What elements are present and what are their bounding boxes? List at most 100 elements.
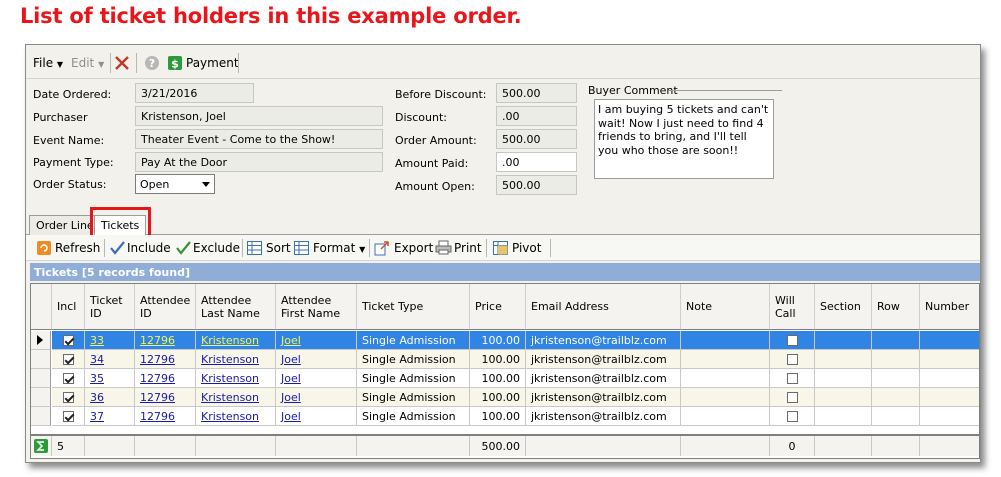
header-attendee-first-name[interactable]: Attendee First Name <box>276 284 357 330</box>
include-checkbox[interactable] <box>62 354 74 365</box>
payment-button[interactable]: Payment <box>186 56 239 70</box>
header-attendee-id[interactable]: Attendee ID <box>135 284 196 330</box>
cell-attendee-id[interactable]: 12796 <box>135 388 196 407</box>
cell-last[interactable]: Kristenson <box>196 407 276 426</box>
cell-ticket-id[interactable]: 37 <box>85 407 135 426</box>
row-selector[interactable] <box>31 350 51 369</box>
tickets-grid: Incl Ticket ID Attendee ID Attendee Last… <box>30 283 980 459</box>
row-selector[interactable] <box>31 407 51 426</box>
purchaser-field[interactable]: Kristenson, Joel <box>135 106 383 126</box>
cell-first[interactable]: Joel <box>276 369 357 388</box>
format-button[interactable]: Format ▼ <box>313 241 365 255</box>
grid-toolbar: Refresh Include Exclude Sort Format ▼ Ex… <box>26 235 980 261</box>
date-ordered-field[interactable]: 3/21/2016 <box>135 83 254 103</box>
cell-incl[interactable] <box>52 331 85 350</box>
header-row[interactable]: Row <box>872 284 920 330</box>
before-discount-field[interactable]: 500.00 <box>496 83 577 103</box>
table-row[interactable]: 35 12796 Kristenson Joel Single Admission 100… <box>31 369 979 388</box>
cell-last[interactable]: Kristenson <box>196 350 276 369</box>
file-menu[interactable]: File ▼ <box>33 56 63 70</box>
header-will-call[interactable]: Will Call <box>770 284 815 330</box>
header-number[interactable]: Number <box>920 284 979 330</box>
header-ticket-type[interactable]: Ticket Type <box>357 284 470 330</box>
cell-first[interactable]: Joel <box>276 407 357 426</box>
order-amount-field[interactable]: 500.00 <box>496 129 577 149</box>
footer-empty-cell <box>196 436 276 456</box>
payment-type-field[interactable]: Pay At the Door <box>135 152 383 172</box>
cell-price: 100.00 <box>470 331 526 350</box>
will-call-checkbox[interactable] <box>786 354 798 365</box>
table-row[interactable]: 33 12796 Kristenson Joel Single Admission 100… <box>31 331 979 350</box>
cell-ticket-id[interactable]: 33 <box>85 331 135 350</box>
footer-empty-cell <box>85 436 135 456</box>
discount-field[interactable]: .00 <box>496 106 577 126</box>
cell-attendee-id[interactable]: 12796 <box>135 369 196 388</box>
cell-attendee-id[interactable]: 12796 <box>135 350 196 369</box>
toolbar-divider <box>242 239 243 257</box>
cell-incl[interactable] <box>52 388 85 407</box>
header-note[interactable]: Note <box>681 284 770 330</box>
header-incl[interactable]: Incl <box>52 284 85 330</box>
will-call-checkbox[interactable] <box>786 411 798 422</box>
include-checkbox[interactable] <box>62 373 74 384</box>
cell-first[interactable]: Joel <box>276 331 357 350</box>
cell-first[interactable]: Joel <box>276 388 357 407</box>
cell-will-call[interactable] <box>770 369 815 388</box>
header-section[interactable]: Section <box>815 284 872 330</box>
include-checkbox[interactable] <box>62 335 74 346</box>
print-icon <box>435 240 452 255</box>
cell-ticket-id[interactable]: 34 <box>85 350 135 369</box>
header-price[interactable]: Price <box>470 284 526 330</box>
cell-attendee-id[interactable]: 12796 <box>135 331 196 350</box>
include-button[interactable]: Include <box>127 241 171 255</box>
sort-button[interactable]: Sort <box>266 241 291 255</box>
cell-incl[interactable] <box>52 407 85 426</box>
cell-will-call[interactable] <box>770 331 815 350</box>
cell-last[interactable]: Kristenson <box>196 369 276 388</box>
cell-will-call[interactable] <box>770 388 815 407</box>
cell-price: 100.00 <box>470 407 526 426</box>
cell-incl[interactable] <box>52 369 85 388</box>
cell-attendee-id[interactable]: 12796 <box>135 407 196 426</box>
exclude-button[interactable]: Exclude <box>193 241 240 255</box>
cell-ticket-id[interactable]: 36 <box>85 388 135 407</box>
export-button[interactable]: Export <box>394 241 433 255</box>
print-button[interactable]: Print <box>454 241 482 255</box>
footer-empty-cell <box>920 436 979 456</box>
will-call-checkbox[interactable] <box>786 335 798 346</box>
header-email[interactable]: Email Address <box>526 284 681 330</box>
close-x-icon[interactable] <box>114 55 130 71</box>
header-attendee-last-name[interactable]: Attendee Last Name <box>196 284 276 330</box>
header-ticket-id[interactable]: Ticket ID <box>85 284 135 330</box>
cell-last[interactable]: Kristenson <box>196 388 276 407</box>
help-icon[interactable]: ? <box>144 55 160 71</box>
cell-first[interactable]: Joel <box>276 350 357 369</box>
refresh-button[interactable]: Refresh <box>55 241 100 255</box>
amount-open-field[interactable]: 500.00 <box>496 175 577 195</box>
table-row[interactable]: 34 12796 Kristenson Joel Single Admission 100… <box>31 350 979 369</box>
buyer-comment-box[interactable]: I am buying 5 tickets and can't wait! No… <box>594 99 774 179</box>
will-call-checkbox[interactable] <box>786 392 798 403</box>
edit-menu[interactable]: Edit ▼ <box>71 56 104 70</box>
include-checkbox[interactable] <box>62 392 74 403</box>
table-row[interactable]: 37 12796 Kristenson Joel Single Admission 100… <box>31 407 979 426</box>
will-call-checkbox[interactable] <box>786 373 798 384</box>
pivot-button[interactable]: Pivot <box>512 241 541 255</box>
footer-empty-cell <box>681 436 770 456</box>
row-selector[interactable] <box>31 388 51 407</box>
include-check-icon <box>110 241 125 255</box>
cell-incl[interactable] <box>52 350 85 369</box>
amount-paid-field[interactable]: .00 <box>496 152 577 172</box>
cell-last[interactable]: Kristenson <box>196 331 276 350</box>
footer-empty-cell <box>815 436 872 456</box>
table-row[interactable]: 36 12796 Kristenson Joel Single Admission 100… <box>31 388 979 407</box>
cell-will-call[interactable] <box>770 407 815 426</box>
event-name-field[interactable]: Theater Event - Come to the Show! <box>135 129 383 149</box>
row-selector[interactable] <box>31 369 51 388</box>
cell-will-call[interactable] <box>770 350 815 369</box>
order-status-select[interactable]: Open <box>135 174 215 194</box>
footer-empty-cell <box>872 436 920 456</box>
cell-ticket-id[interactable]: 35 <box>85 369 135 388</box>
row-selector[interactable] <box>31 331 51 350</box>
include-checkbox[interactable] <box>62 411 74 422</box>
